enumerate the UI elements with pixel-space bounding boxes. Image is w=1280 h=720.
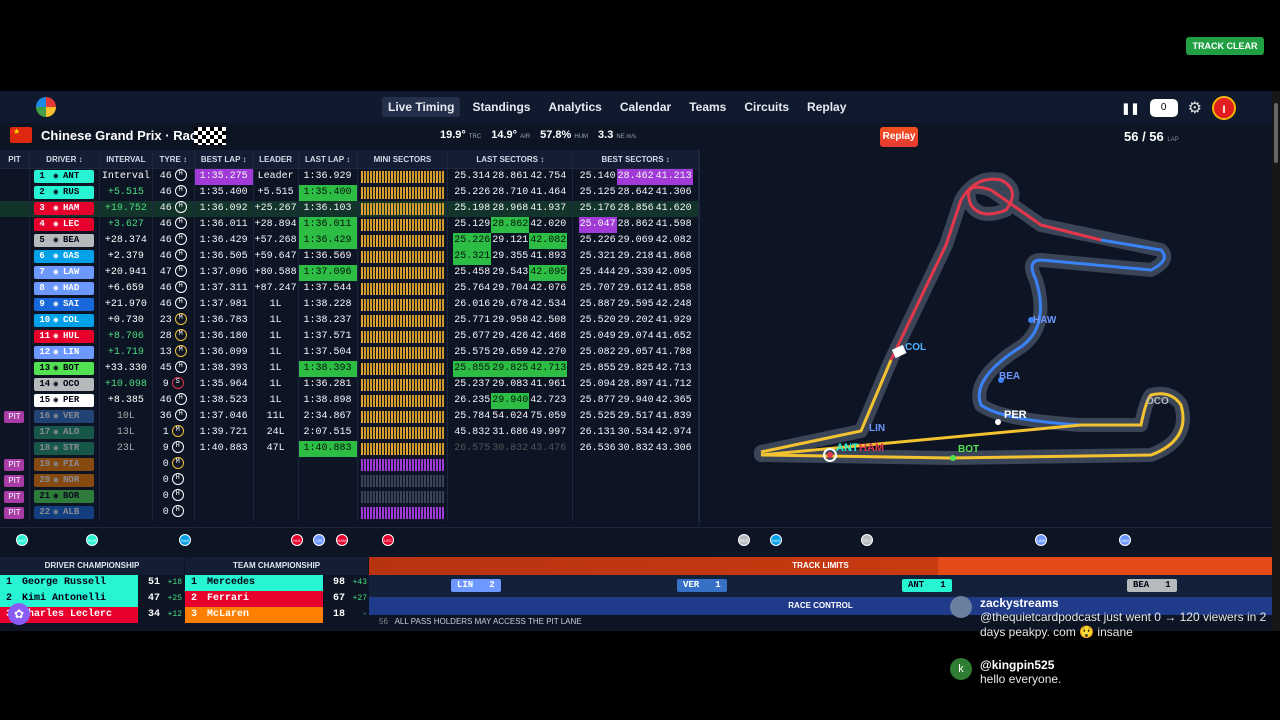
chat-avatar: k (950, 658, 972, 680)
chat-text: @thequietcardpodcast just went 0 → 120 v… (980, 610, 1267, 639)
china-flag-icon: ★ (10, 127, 32, 143)
app-window: Live Timing Standings Analytics Calendar Tea… (0, 91, 1272, 631)
nav-link-calendar[interactable]: Calendar (614, 97, 677, 117)
pause-icon[interactable]: ❚❚ (1121, 102, 1139, 115)
nav-links: Live Timing Standings Analytics Calendar Tea… (382, 97, 852, 117)
notification-counter[interactable]: 0 (1149, 99, 1178, 117)
weather-value: 3.3 (598, 129, 614, 141)
avatar[interactable]: I (1212, 96, 1236, 120)
cookie-icon[interactable]: ✿ (8, 603, 30, 625)
chat-avatar (950, 596, 972, 618)
nav-link-standings[interactable]: Standings (466, 97, 536, 117)
chat-overlay: zackystreams @thequietcardpodcast just w… (950, 596, 1280, 687)
weather-value: 57.8% (540, 129, 572, 141)
weather-value: 19.9° (440, 129, 466, 141)
nav-link-analytics[interactable]: Analytics (542, 97, 607, 117)
nav-right-controls: ❚❚ 0 ⚙ I (1121, 96, 1236, 120)
track-status-badge: TRACK CLEAR (1186, 37, 1264, 55)
weather-unit: HUM (574, 134, 589, 140)
weather-item: 19.9° TRC (440, 129, 481, 141)
replay-button[interactable]: Replay (880, 127, 918, 147)
chat-username: @kingpin525 (980, 658, 1055, 672)
weather-item: 57.8% HUM (540, 129, 588, 141)
top-navigation: Live Timing Standings Analytics Calendar Tea… (0, 91, 1272, 123)
weather-value: 14.9° (491, 129, 518, 141)
nav-link-live-timing[interactable]: Live Timing (382, 97, 461, 117)
race-title: Chinese Grand Prix · Race (41, 128, 205, 143)
weather-item: 14.9° AIR (491, 129, 530, 141)
race-info-bar: ★ Chinese Grand Prix · Race 19.9° TRC 14.… (0, 125, 1272, 147)
scrollbar-thumb[interactable] (1274, 103, 1278, 163)
weather-unit: NE m/s (616, 134, 637, 140)
weather-unit: AIR (520, 134, 531, 140)
nav-link-teams[interactable]: Teams (683, 97, 732, 117)
weather-item: 3.3 NE m/s (598, 129, 636, 141)
weather-readout: 19.9° TRC 14.9° AIR 57.8% HUM 3.3 NE m/s (440, 129, 636, 141)
nav-link-circuits[interactable]: Circuits (738, 97, 795, 117)
nav-link-replay[interactable]: Replay (801, 97, 852, 117)
weather-unit: TRC (468, 134, 482, 140)
checkered-flag-icon (194, 127, 226, 145)
scrollbar[interactable] (1272, 91, 1280, 631)
lap-counter: 56 / 56 LAP (1124, 129, 1179, 144)
gear-icon[interactable]: ⚙ (1188, 98, 1202, 118)
chat-body-1: zackystreams @thequietcardpodcast just w… (980, 596, 1280, 640)
chat-message: k @kingpin525 hello everyone. (950, 658, 1280, 687)
chat-body-2: @kingpin525 hello everyone. (980, 658, 1061, 687)
chat-username: zackystreams (980, 596, 1059, 610)
chat-message: zackystreams @thequietcardpodcast just w… (950, 596, 1280, 640)
chat-text: hello everyone. (980, 672, 1062, 686)
app-logo-icon[interactable] (36, 97, 56, 117)
